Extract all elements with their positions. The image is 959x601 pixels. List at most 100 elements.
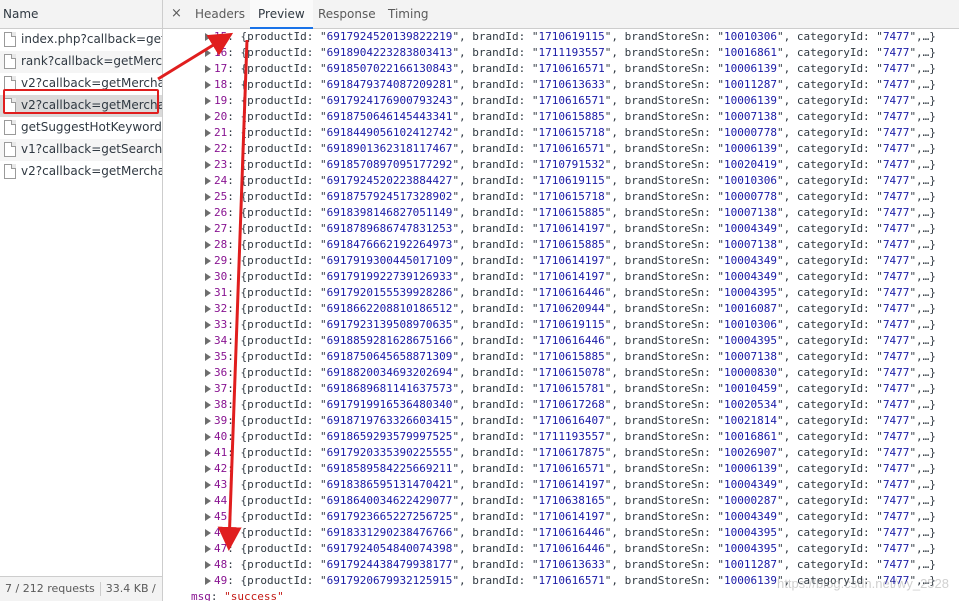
product-row[interactable]: 46: {productId: "6918331290238476766", b…: [163, 525, 959, 541]
expand-triangle-icon[interactable]: [205, 337, 211, 345]
product-row[interactable]: 23: {productId: "6918570897095177292", b…: [163, 157, 959, 173]
expand-triangle-icon[interactable]: [205, 129, 211, 137]
request-item[interactable]: index.php?callback=get...: [0, 29, 162, 51]
brand-store-sn: 10004349: [723, 254, 777, 267]
product-row[interactable]: 26: {productId: "6918398146827051149", b…: [163, 205, 959, 221]
expand-triangle-icon[interactable]: [205, 545, 211, 553]
sep-store: ", brandStoreSn: ": [604, 398, 724, 411]
expand-triangle-icon[interactable]: [205, 401, 211, 409]
expand-triangle-icon[interactable]: [205, 577, 211, 585]
sep-brand: ", brandId: ": [452, 110, 539, 123]
request-item[interactable]: v2?callback=getMercha...: [0, 161, 162, 183]
expand-triangle-icon[interactable]: [205, 417, 211, 425]
expand-triangle-icon[interactable]: [205, 433, 211, 441]
expand-triangle-icon[interactable]: [205, 161, 211, 169]
expand-triangle-icon[interactable]: [205, 193, 211, 201]
expand-triangle-icon[interactable]: [205, 225, 211, 233]
product-id: 6918476662192264973: [326, 238, 453, 251]
tab-preview[interactable]: Preview: [250, 0, 313, 29]
expand-triangle-icon[interactable]: [205, 273, 211, 281]
product-row[interactable]: 35: {productId: "6918750645658871309", b…: [163, 349, 959, 365]
product-row[interactable]: 21: {productId: "6918449056102412742", b…: [163, 125, 959, 141]
product-row[interactable]: 42: {productId: "6918589584225669211", b…: [163, 461, 959, 477]
tab-headers[interactable]: Headers: [187, 0, 253, 28]
product-row[interactable]: 44: {productId: "6918640034622429077", b…: [163, 493, 959, 509]
sep-category: ", categoryId: ": [776, 510, 883, 523]
product-row[interactable]: 40: {productId: "6918659293579997525", b…: [163, 429, 959, 445]
name-column-header[interactable]: Name: [0, 0, 162, 29]
expand-triangle-icon[interactable]: [205, 561, 211, 569]
product-row[interactable]: 19: {productId: "6917924176900793243", b…: [163, 93, 959, 109]
product-row[interactable]: 43: {productId: "6918386595131470421", b…: [163, 477, 959, 493]
row-open: : {productId: ": [227, 302, 327, 315]
product-row[interactable]: 34: {productId: "6918859281628675166", b…: [163, 333, 959, 349]
category-id: 7477: [882, 206, 910, 219]
expand-triangle-icon[interactable]: [205, 353, 211, 361]
product-row[interactable]: 39: {productId: "6918719763326603415", b…: [163, 413, 959, 429]
expand-triangle-icon[interactable]: [205, 369, 211, 377]
product-row[interactable]: 48: {productId: "6917924438479938177", b…: [163, 557, 959, 573]
request-item[interactable]: v2?callback=getMercha...: [0, 73, 162, 95]
request-item[interactable]: getSuggestHotKeyword...: [0, 117, 162, 139]
expand-triangle-icon[interactable]: [205, 97, 211, 105]
expand-triangle-icon[interactable]: [205, 49, 211, 57]
product-row[interactable]: 18: {productId: "6918479374087209281", b…: [163, 77, 959, 93]
row-open: : {productId: ": [227, 350, 327, 363]
product-row[interactable]: 15: {productId: "6917924520139822219", b…: [163, 29, 959, 45]
product-row[interactable]: 41: {productId: "6917920335390225555", b…: [163, 445, 959, 461]
expand-triangle-icon[interactable]: [205, 497, 211, 505]
product-row[interactable]: 38: {productId: "6917919916536480340", b…: [163, 397, 959, 413]
expand-triangle-icon[interactable]: [205, 177, 211, 185]
request-name: getSuggestHotKeyword...: [21, 120, 162, 134]
file-icon: [4, 32, 16, 47]
sep-brand: ", brandId: ": [452, 430, 539, 443]
expand-triangle-icon[interactable]: [205, 241, 211, 249]
product-row[interactable]: 28: {productId: "6918476662192264973", b…: [163, 237, 959, 253]
expand-triangle-icon[interactable]: [205, 145, 211, 153]
category-id: 7477: [882, 30, 910, 43]
product-row[interactable]: 24: {productId: "6917924520223884427", b…: [163, 173, 959, 189]
expand-triangle-icon[interactable]: [205, 209, 211, 217]
product-row[interactable]: 36: {productId: "6918820034693202694", b…: [163, 365, 959, 381]
expand-triangle-icon[interactable]: [205, 257, 211, 265]
sep-brand: ", brandId: ": [452, 126, 539, 139]
product-row[interactable]: 29: {productId: "6917919300445017109", b…: [163, 253, 959, 269]
expand-triangle-icon[interactable]: [205, 385, 211, 393]
product-row[interactable]: 47: {productId: "6917924054840074398", b…: [163, 541, 959, 557]
row-open: : {productId: ": [227, 206, 327, 219]
product-row[interactable]: 22: {productId: "6918901362318117467", b…: [163, 141, 959, 157]
product-row[interactable]: 31: {productId: "6917920155539928286", b…: [163, 285, 959, 301]
close-icon[interactable]: ×: [171, 0, 182, 28]
expand-triangle-icon[interactable]: [205, 465, 211, 473]
row-close: ",…}: [909, 350, 936, 363]
expand-triangle-icon[interactable]: [205, 81, 211, 89]
sep-brand: ", brandId: ": [452, 366, 539, 379]
tab-response[interactable]: Response: [310, 0, 384, 28]
product-row[interactable]: 37: {productId: "6918689681141637573", b…: [163, 381, 959, 397]
expand-triangle-icon[interactable]: [205, 113, 211, 121]
product-id: 6918859281628675166: [326, 334, 453, 347]
expand-triangle-icon[interactable]: [205, 449, 211, 457]
product-row[interactable]: 33: {productId: "6917923139508970635", b…: [163, 317, 959, 333]
expand-triangle-icon[interactable]: [205, 305, 211, 313]
product-row[interactable]: 20: {productId: "6918750646145443341", b…: [163, 109, 959, 125]
product-row[interactable]: 27: {productId: "6918789686747831253", b…: [163, 221, 959, 237]
brand-store-sn: 10016861: [723, 46, 777, 59]
expand-triangle-icon[interactable]: [205, 529, 211, 537]
expand-triangle-icon[interactable]: [205, 481, 211, 489]
product-row[interactable]: 17: {productId: "6918507022166130843", b…: [163, 61, 959, 77]
request-item[interactable]: v1?callback=getSearch...: [0, 139, 162, 161]
expand-triangle-icon[interactable]: [205, 513, 211, 521]
product-row[interactable]: 30: {productId: "6917919922739126933", b…: [163, 269, 959, 285]
request-item[interactable]: rank?callback=getMerc...: [0, 51, 162, 73]
tab-timing[interactable]: Timing: [380, 0, 437, 28]
product-row[interactable]: 45: {productId: "6917923665227256725", b…: [163, 509, 959, 525]
expand-triangle-icon[interactable]: [205, 289, 211, 297]
expand-triangle-icon[interactable]: [205, 321, 211, 329]
product-row[interactable]: 16: {productId: "6918904223283803413", b…: [163, 45, 959, 61]
product-row[interactable]: 32: {productId: "6918662208810186512", b…: [163, 301, 959, 317]
expand-triangle-icon[interactable]: [205, 65, 211, 73]
request-item[interactable]: v2?callback=getMercha...: [0, 95, 162, 117]
expand-triangle-icon[interactable]: [205, 33, 211, 41]
product-row[interactable]: 25: {productId: "6918757924517328902", b…: [163, 189, 959, 205]
